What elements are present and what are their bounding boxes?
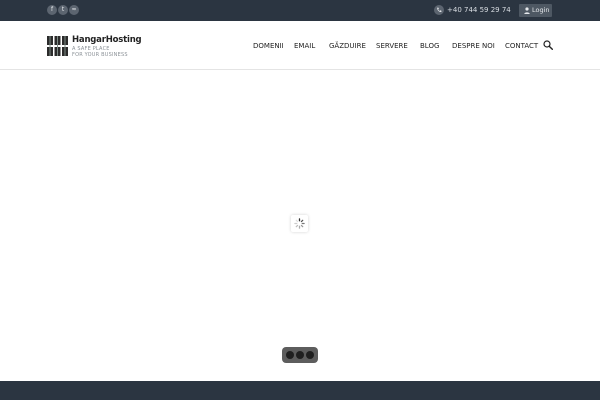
facebook-icon[interactable]: f bbox=[47, 5, 57, 15]
main-header: HangarHosting A SAFE PLACE FOR YOUR BUSI… bbox=[0, 21, 600, 70]
slider-dot-1[interactable] bbox=[286, 351, 294, 359]
nav-despre-noi[interactable]: DESPRE NOI bbox=[452, 41, 495, 51]
user-icon bbox=[524, 7, 530, 14]
slider-dot-2[interactable] bbox=[296, 351, 304, 359]
login-button[interactable]: Login bbox=[519, 4, 552, 17]
top-bar: f t ≈ +40 744 59 29 74 Login bbox=[0, 0, 600, 21]
search-icon[interactable] bbox=[543, 40, 553, 50]
slider-dot-3[interactable] bbox=[306, 351, 314, 359]
logo-tagline-line2: FOR YOUR BUSINESS bbox=[72, 52, 128, 58]
phone-number[interactable]: +40 744 59 29 74 bbox=[447, 5, 511, 15]
nav-domenii[interactable]: DOMENII bbox=[253, 41, 284, 51]
phone-icon bbox=[434, 5, 444, 15]
loading-spinner-icon bbox=[294, 218, 305, 229]
logo-name[interactable]: HangarHosting bbox=[72, 35, 142, 45]
login-label: Login bbox=[532, 6, 550, 14]
loading-spinner bbox=[291, 215, 308, 232]
nav-blog[interactable]: BLOG bbox=[420, 41, 439, 51]
nav-servere[interactable]: SERVERE bbox=[376, 41, 408, 51]
hangar-logo-icon[interactable] bbox=[47, 36, 68, 56]
nav-email[interactable]: EMAIL bbox=[294, 41, 315, 51]
twitter-icon[interactable]: t bbox=[58, 5, 68, 15]
nav-contact[interactable]: CONTACT bbox=[505, 41, 538, 51]
rss-icon[interactable]: ≈ bbox=[69, 5, 79, 15]
slider-pagination bbox=[282, 347, 318, 363]
footer-bar bbox=[0, 381, 600, 400]
nav-gazduire[interactable]: GĂZDUIRE bbox=[329, 41, 366, 51]
